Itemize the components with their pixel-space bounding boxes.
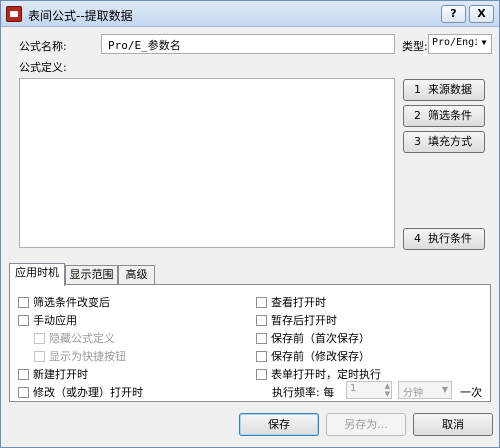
option-view-open[interactable]: 查看打开时 — [256, 294, 326, 310]
type-select[interactable]: Pro/Engi ▼ — [428, 34, 492, 54]
frequency-label: 执行频率: 每 — [272, 386, 335, 399]
formula-dialog: 表间公式--提取数据 ? X 公式名称: Pro/E_参数名 类型: Pro/E… — [0, 0, 500, 448]
interval-spinner[interactable]: 1 ▲ ▼ — [346, 381, 392, 399]
option-modify-open[interactable]: 修改（或办理）打开时 — [18, 384, 143, 400]
checkbox-icon — [256, 351, 267, 362]
spinner-arrows-icon: ▲ ▼ — [384, 382, 390, 398]
checkbox-icon — [18, 297, 29, 308]
checkbox-icon — [34, 351, 45, 362]
fill-method-button-number: 3 — [414, 135, 421, 148]
formula-name-input[interactable]: Pro/E_参数名 — [101, 34, 395, 54]
option-label: 表单打开时，定时执行 — [271, 368, 381, 381]
option-label: 保存前（首次保存） — [271, 332, 370, 345]
option-new-open[interactable]: 新建打开时 — [18, 366, 88, 382]
execute-condition-button-number: 4 — [414, 232, 421, 245]
option-label: 隐藏公式定义 — [49, 332, 115, 345]
option-label: 暂存后打开时 — [271, 314, 337, 327]
interval-unit-select[interactable]: 分钟 ▼ — [398, 381, 452, 399]
save-as-button[interactable]: 另存为... — [326, 413, 406, 436]
option-show-as-shortcut[interactable]: 显示为快捷按钮 — [34, 348, 126, 364]
filter-condition-button[interactable]: 2 筛选条件 — [403, 105, 485, 127]
filter-condition-button-number: 2 — [414, 109, 421, 122]
checkbox-icon — [18, 369, 29, 380]
checkbox-icon — [256, 297, 267, 308]
option-manual-apply[interactable]: 手动应用 — [18, 312, 77, 328]
option-label: 保存前（修改保存） — [271, 350, 370, 363]
checkbox-icon — [34, 333, 45, 344]
source-data-button[interactable]: 1 来源数据 — [403, 79, 485, 101]
chevron-down-icon: ▼ — [441, 385, 448, 394]
tab-advanced[interactable]: 高级 — [118, 265, 155, 285]
checkbox-icon — [18, 387, 29, 398]
checkbox-icon — [256, 315, 267, 326]
option-filter-changed[interactable]: 筛选条件改变后 — [18, 294, 110, 310]
checkbox-icon — [18, 315, 29, 326]
option-before-first-save[interactable]: 保存前（首次保存） — [256, 330, 370, 346]
window-title: 表间公式--提取数据 — [28, 9, 133, 23]
formula-definition-label: 公式定义: — [19, 61, 67, 74]
option-label: 新建打开时 — [33, 368, 88, 381]
checkbox-icon — [256, 369, 267, 380]
source-data-button-number: 1 — [414, 83, 421, 96]
fill-method-button[interactable]: 3 填充方式 — [403, 131, 485, 153]
type-label: 类型: — [402, 40, 428, 53]
interval-unit-value: 分钟 — [403, 388, 423, 399]
type-select-value: Pro/Engi — [432, 37, 481, 48]
filter-condition-button-label: 筛选条件 — [428, 109, 472, 122]
title-bar: 表间公式--提取数据 ? X — [1, 1, 499, 27]
option-after-draft-open[interactable]: 暂存后打开时 — [256, 312, 337, 328]
checkbox-icon — [256, 333, 267, 344]
formula-name-label: 公式名称: — [19, 40, 67, 53]
save-button[interactable]: 保存 — [239, 413, 319, 436]
option-label: 显示为快捷按钮 — [49, 350, 126, 363]
fill-method-button-label: 填充方式 — [428, 135, 472, 148]
chevron-down-icon: ▼ — [477, 35, 491, 53]
help-button[interactable]: ? — [441, 5, 466, 23]
frequency-suffix: 一次 — [460, 386, 482, 399]
execute-condition-button[interactable]: 4 执行条件 — [403, 228, 485, 250]
option-label: 查看打开时 — [271, 296, 326, 309]
close-button[interactable]: X — [469, 5, 494, 23]
cancel-button[interactable]: 取消 — [413, 413, 493, 436]
tab-apply-timing[interactable]: 应用时机 — [9, 263, 65, 286]
interval-value: 1 — [350, 383, 357, 394]
option-label: 筛选条件改变后 — [33, 296, 110, 309]
execute-condition-button-label: 执行条件 — [428, 232, 472, 245]
formula-definition-textarea[interactable] — [19, 78, 395, 248]
option-before-modify-save[interactable]: 保存前（修改保存） — [256, 348, 370, 364]
tab-display-scope[interactable]: 显示范围 — [65, 265, 118, 285]
option-timed-execute[interactable]: 表单打开时，定时执行 — [256, 366, 381, 382]
app-icon — [6, 6, 22, 22]
option-label: 修改（或办理）打开时 — [33, 386, 143, 399]
option-hide-definition[interactable]: 隐藏公式定义 — [34, 330, 115, 346]
option-label: 手动应用 — [33, 314, 77, 327]
source-data-button-label: 来源数据 — [428, 83, 472, 96]
